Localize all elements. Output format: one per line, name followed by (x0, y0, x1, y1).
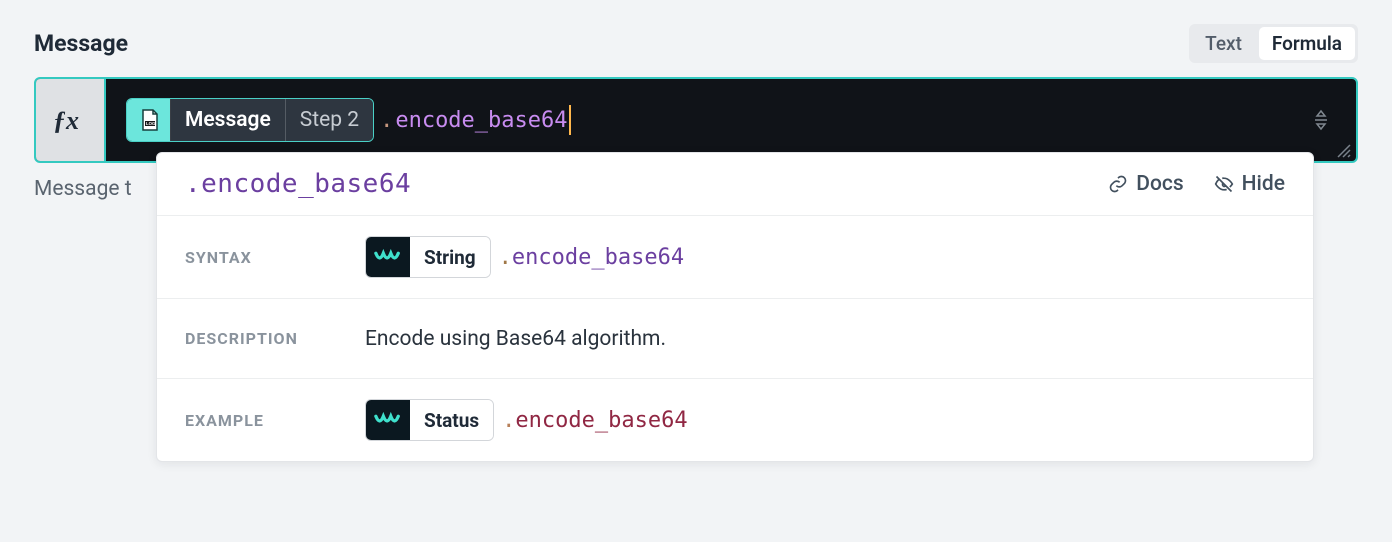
workato-icon (366, 400, 410, 440)
description-heading: DESCRIPTION (185, 329, 365, 348)
mode-toggle: Text Formula (1189, 24, 1358, 63)
text-cursor (569, 105, 571, 135)
svg-text:ƒx: ƒx (53, 107, 79, 133)
workato-icon (366, 237, 410, 277)
syntax-chip: String (365, 236, 491, 278)
fx-icon: ƒx (53, 107, 87, 133)
docs-label: Docs (1136, 172, 1183, 196)
hide-icon (1214, 174, 1234, 194)
syntax-value: String .encode_base64 (365, 236, 1285, 278)
formula-input[interactable]: LOG Message Step 2 .encode_base64 (106, 79, 1356, 161)
svg-text:LOG: LOG (146, 121, 156, 126)
example-heading: EXAMPLE (185, 411, 365, 430)
docs-link[interactable]: Docs (1108, 172, 1183, 196)
example-chip-label: Status (410, 400, 493, 440)
resize-icon (1336, 143, 1352, 159)
formula-method: .encode_base64 (380, 108, 567, 133)
formula-doc-popover: .encode_base64 Docs Hide SYNTAX (156, 152, 1314, 462)
field-label: Message (34, 30, 128, 57)
popover-title: .encode_base64 (185, 169, 411, 199)
example-chip: Status (365, 399, 494, 441)
formula-editor[interactable]: ƒx LOG Message Step 2 .encode_base64 (34, 77, 1358, 163)
datapill[interactable]: LOG Message Step 2 (126, 98, 374, 142)
hide-label: Hide (1242, 172, 1285, 196)
link-icon (1108, 174, 1128, 194)
fx-button[interactable]: ƒx (36, 79, 106, 161)
syntax-heading: SYNTAX (185, 248, 365, 267)
syntax-method: .encode_base64 (499, 245, 684, 270)
example-method: .encode_base64 (502, 408, 687, 433)
sort-icon (1312, 108, 1330, 132)
log-icon: LOG (127, 99, 171, 141)
hide-button[interactable]: Hide (1214, 172, 1285, 196)
syntax-chip-label: String (410, 237, 490, 277)
example-value: Status .encode_base64 (365, 399, 1285, 441)
datapill-step: Step 2 (286, 99, 373, 141)
tab-formula[interactable]: Formula (1259, 27, 1355, 60)
datapill-source: Message (171, 99, 286, 141)
tab-text[interactable]: Text (1190, 25, 1257, 62)
description-text: Encode using Base64 algorithm. (365, 327, 1285, 351)
